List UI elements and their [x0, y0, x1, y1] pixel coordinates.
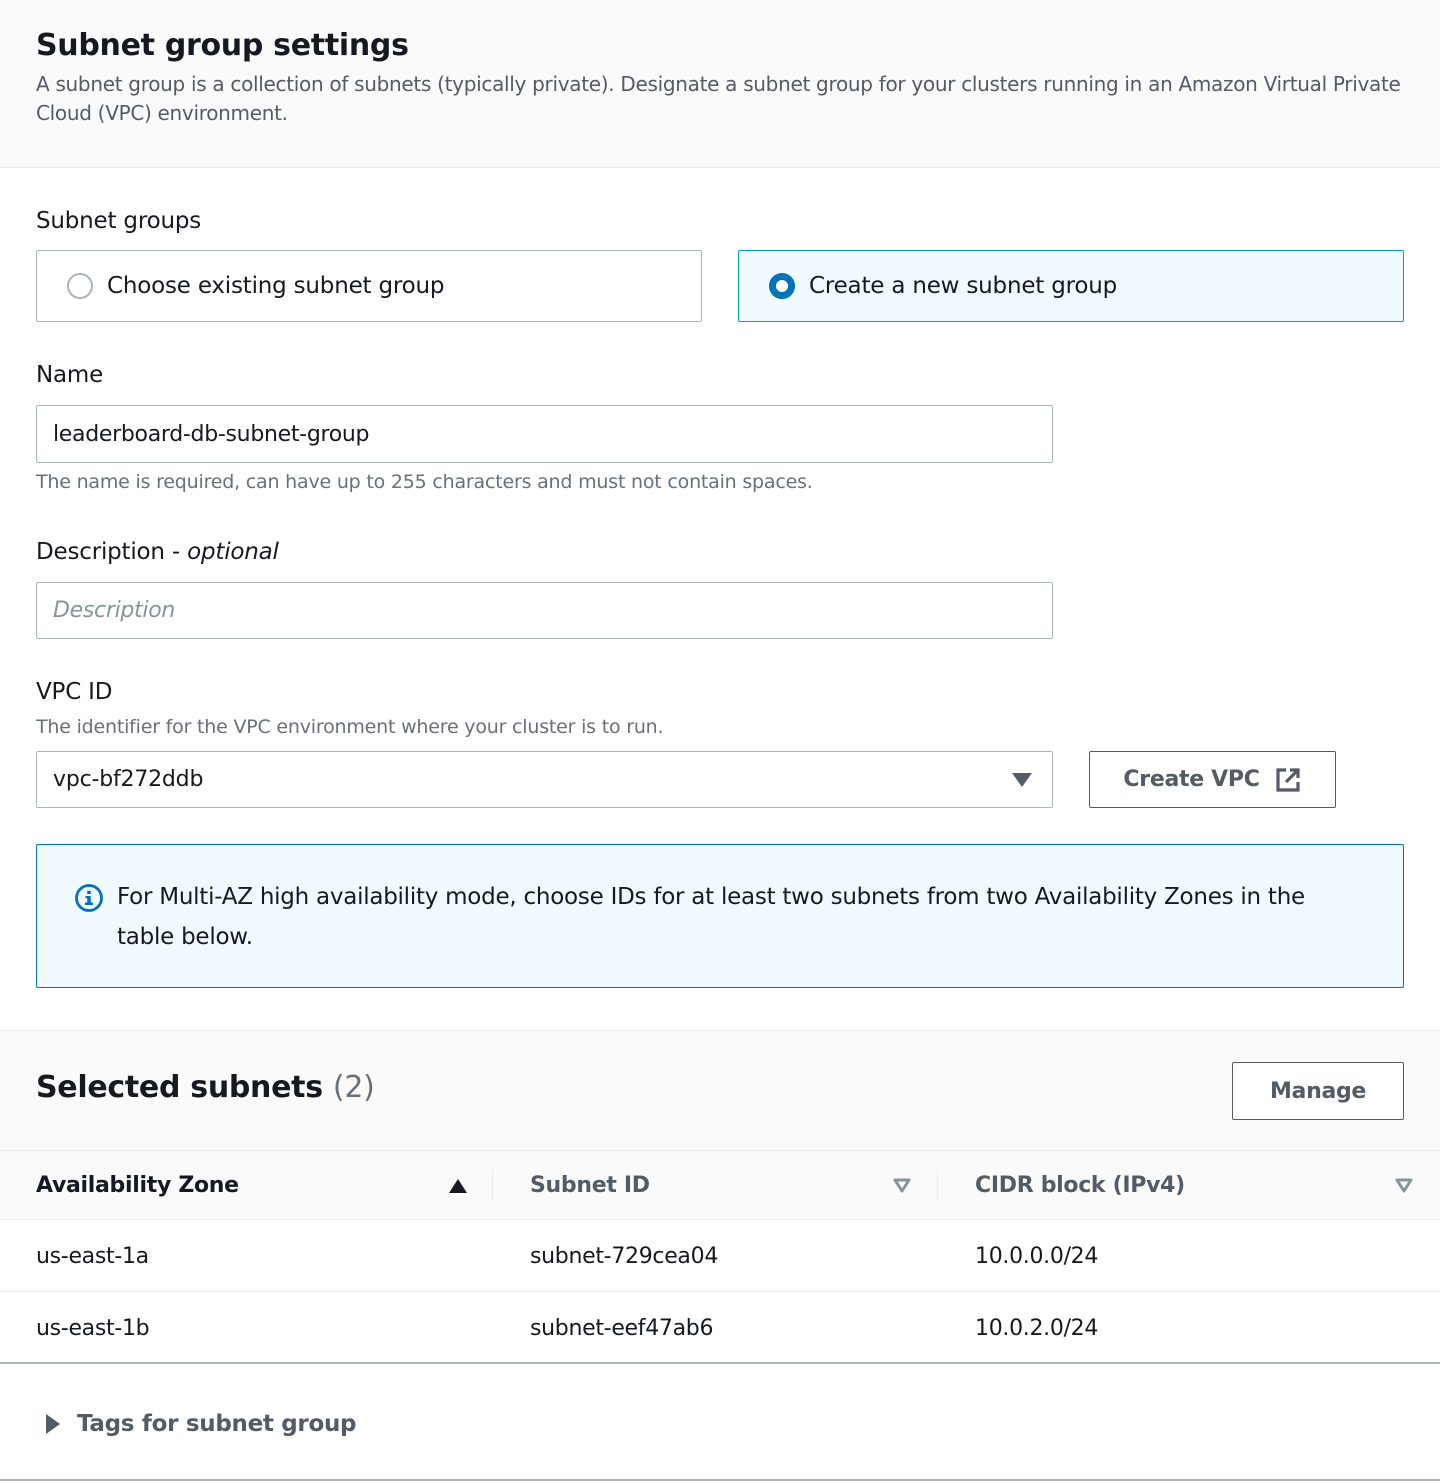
selected-subnets-title-text: Selected subnets: [36, 1070, 323, 1105]
tags-expander[interactable]: Tags for subnet group: [46, 1411, 357, 1437]
column-label: Availability Zone: [36, 1172, 239, 1198]
column-resizer[interactable]: [492, 1169, 493, 1201]
page-description: A subnet group is a collection of subnet…: [36, 72, 1401, 125]
create-vpc-button[interactable]: Create VPC: [1089, 751, 1336, 808]
name-label: Name: [36, 362, 104, 388]
radio-label: Choose existing subnet group: [107, 273, 445, 299]
description-label: Description - optional: [36, 539, 279, 565]
radio-checked-icon[interactable]: [769, 273, 795, 299]
cell-subnet-id: subnet-eef47ab6: [530, 1315, 714, 1341]
tags-section: Tags for subnet group: [0, 1366, 1440, 1481]
subnet-groups-label: Subnet groups: [36, 208, 202, 234]
table-header: Availability Zone Subnet ID CIDR block (…: [0, 1150, 1440, 1220]
radio-tile-create-new[interactable]: Create a new subnet group: [738, 250, 1404, 322]
radio-unchecked-icon[interactable]: [67, 273, 93, 299]
external-link-icon: [1275, 767, 1300, 792]
column-header-availability-zone[interactable]: Availability Zone: [36, 1151, 476, 1219]
tags-label: Tags for subnet group: [77, 1411, 357, 1437]
section-header: Subnet group settings A subnet group is …: [0, 0, 1440, 168]
optional-tag: optional: [187, 539, 279, 565]
cell-cidr-block: 10.0.0.0/24: [975, 1243, 1099, 1269]
vpc-id-hint: The identifier for the VPC environment w…: [36, 716, 664, 738]
vpc-id-label: VPC ID: [36, 679, 113, 705]
column-label: CIDR block (IPv4): [975, 1172, 1185, 1198]
cell-availability-zone: us-east-1a: [36, 1243, 149, 1269]
info-icon: [75, 884, 103, 912]
sort-unsorted-icon: [893, 1178, 911, 1193]
cell-cidr-block: 10.0.2.0/24: [975, 1315, 1099, 1341]
column-header-subnet-id[interactable]: Subnet ID: [530, 1151, 920, 1219]
selected-subnets-title: Selected subnets (2): [36, 1070, 375, 1105]
page-title: Subnet group settings: [36, 28, 409, 63]
info-alert: For Multi-AZ high availability mode, cho…: [36, 844, 1404, 988]
radio-tile-choose-existing[interactable]: Choose existing subnet group: [36, 250, 702, 322]
manage-button[interactable]: Manage: [1232, 1062, 1404, 1120]
caret-right-icon: [46, 1414, 60, 1434]
sort-unsorted-icon: [1395, 1178, 1413, 1193]
column-label: Subnet ID: [530, 1172, 650, 1198]
description-label-text: Description -: [36, 539, 188, 565]
column-resizer[interactable]: [937, 1169, 938, 1201]
name-hint: The name is required, can have up to 255…: [36, 471, 813, 493]
table-row: us-east-1a subnet-729cea04 10.0.0.0/24: [0, 1220, 1440, 1292]
name-input[interactable]: [36, 405, 1053, 463]
vpc-select[interactable]: vpc-bf272ddb: [36, 751, 1053, 808]
cell-availability-zone: us-east-1b: [36, 1315, 150, 1341]
info-alert-text: For Multi-AZ high availability mode, cho…: [117, 884, 1305, 950]
cell-subnet-id: subnet-729cea04: [530, 1243, 719, 1269]
column-header-cidr-block[interactable]: CIDR block (IPv4): [975, 1151, 1415, 1219]
vpc-select-value: vpc-bf272ddb: [53, 767, 204, 792]
caret-down-icon: [1012, 773, 1032, 787]
table-row: us-east-1b subnet-eef47ab6 10.0.2.0/24: [0, 1292, 1440, 1364]
selected-subnets-count: (2): [332, 1070, 375, 1105]
radio-label: Create a new subnet group: [809, 273, 1118, 299]
description-input[interactable]: [36, 582, 1053, 639]
create-vpc-label: Create VPC: [1123, 767, 1260, 792]
sort-ascending-icon: [449, 1179, 467, 1193]
